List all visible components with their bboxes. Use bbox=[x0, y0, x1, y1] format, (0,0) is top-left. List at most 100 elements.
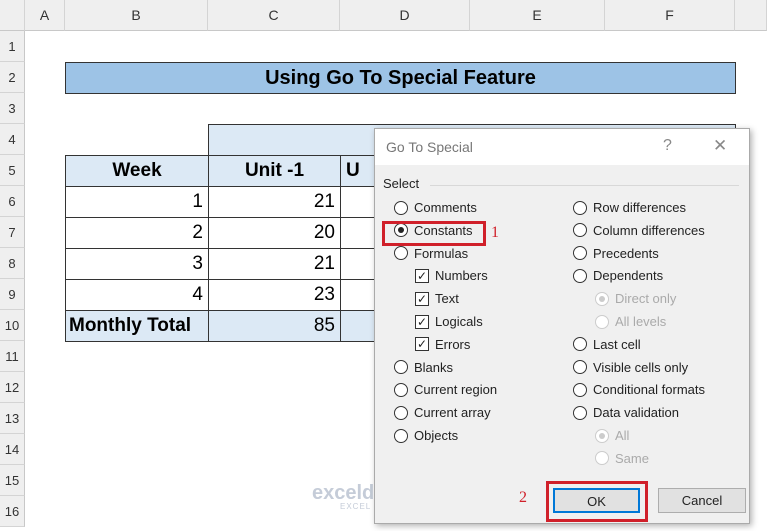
unit1-cell[interactable]: 23 bbox=[208, 279, 341, 311]
row-header-14[interactable]: 14 bbox=[0, 434, 25, 465]
row-header-3[interactable]: 3 bbox=[0, 93, 25, 124]
radio-icon[interactable] bbox=[394, 200, 408, 215]
option-blanks[interactable]: Blanks bbox=[394, 360, 453, 375]
option-label: Current array bbox=[414, 405, 491, 421]
unit1-cell[interactable]: 21 bbox=[208, 248, 341, 280]
option-conditional-formats[interactable]: Conditional formats bbox=[573, 382, 705, 397]
option-label: All bbox=[615, 428, 630, 443]
row-header-4[interactable]: 4 bbox=[0, 124, 25, 155]
row-header-10[interactable]: 10 bbox=[0, 310, 25, 341]
column-header-D[interactable]: D bbox=[340, 0, 470, 31]
unit1-cell[interactable]: 20 bbox=[208, 217, 341, 249]
column-header-F[interactable]: F bbox=[605, 0, 735, 31]
sheet-title[interactable]: Using Go To Special Feature bbox=[65, 62, 736, 94]
select-group-label: Select bbox=[383, 176, 420, 191]
radio-icon[interactable] bbox=[394, 360, 408, 375]
option-label: Errors bbox=[435, 336, 471, 352]
help-button[interactable]: ? bbox=[663, 137, 672, 155]
step-2-label: 2 bbox=[519, 489, 527, 506]
option-all-levels: All levels bbox=[595, 314, 666, 329]
checkbox-icon[interactable]: ✓ bbox=[415, 314, 429, 329]
unit1-header[interactable]: Unit -1 bbox=[208, 155, 341, 187]
radio-icon bbox=[595, 314, 609, 329]
option-formulas[interactable]: Formulas bbox=[394, 246, 468, 261]
row-header-1[interactable]: 1 bbox=[0, 31, 25, 62]
row-header-6[interactable]: 6 bbox=[0, 186, 25, 217]
radio-icon[interactable] bbox=[573, 405, 587, 420]
option-column-differences[interactable]: Column differences bbox=[573, 223, 705, 238]
option-objects[interactable]: Objects bbox=[394, 428, 458, 443]
option-label: Objects bbox=[414, 428, 459, 443]
radio-icon[interactable] bbox=[573, 246, 587, 261]
radio-icon[interactable] bbox=[394, 405, 408, 420]
option-logicals[interactable]: ✓ Logicals bbox=[415, 314, 483, 329]
row-header-11[interactable]: 11 bbox=[0, 341, 25, 372]
total-label[interactable]: Monthly Total bbox=[65, 310, 209, 342]
row-header-9[interactable]: 9 bbox=[0, 279, 25, 310]
go-to-special-dialog: Go To Special ? ✕ Select Comments Constan… bbox=[374, 128, 750, 524]
option-last-cell[interactable]: Last cell bbox=[573, 337, 641, 352]
option-data-validation[interactable]: Data validation bbox=[573, 405, 679, 420]
column-header-C[interactable]: C bbox=[208, 0, 340, 31]
column-header-E[interactable]: E bbox=[470, 0, 605, 31]
radio-icon[interactable] bbox=[573, 268, 587, 283]
checkbox-icon[interactable]: ✓ bbox=[415, 291, 429, 306]
row-header-5[interactable]: 5 bbox=[0, 155, 25, 186]
radio-icon bbox=[595, 451, 609, 466]
radio-icon[interactable] bbox=[573, 200, 587, 215]
option-row-differences[interactable]: Row differences bbox=[573, 200, 686, 215]
row-header-8[interactable]: 8 bbox=[0, 248, 25, 279]
option-label: Logicals bbox=[435, 314, 483, 329]
checkbox-icon[interactable]: ✓ bbox=[415, 337, 429, 352]
option-direct-only: Direct only bbox=[595, 291, 676, 306]
option-comments[interactable]: Comments bbox=[394, 200, 477, 215]
option-label: Blanks bbox=[414, 359, 454, 375]
cancel-button[interactable]: Cancel bbox=[658, 488, 746, 513]
radio-icon[interactable] bbox=[394, 246, 408, 261]
row-header-7[interactable]: 7 bbox=[0, 217, 25, 248]
unit1-cell[interactable]: 21 bbox=[208, 186, 341, 218]
row-header-16[interactable]: 16 bbox=[0, 496, 25, 527]
option-dependents[interactable]: Dependents bbox=[573, 268, 663, 283]
option-text[interactable]: ✓ Text bbox=[415, 291, 459, 306]
week-cell[interactable]: 4 bbox=[65, 279, 209, 311]
week-cell[interactable]: 2 bbox=[65, 217, 209, 249]
option-errors[interactable]: ✓ Errors bbox=[415, 337, 470, 352]
radio-icon[interactable] bbox=[573, 360, 587, 375]
radio-icon[interactable] bbox=[394, 428, 408, 443]
week-cell[interactable]: 1 bbox=[65, 186, 209, 218]
option-current-region[interactable]: Current region bbox=[394, 382, 497, 397]
option-label: Formulas bbox=[414, 245, 469, 261]
option-label: Column differences bbox=[593, 222, 705, 238]
radio-icon[interactable] bbox=[394, 382, 408, 397]
option-label: Direct only bbox=[615, 291, 677, 307]
option-label: All levels bbox=[615, 314, 667, 329]
row-header-15[interactable]: 15 bbox=[0, 465, 25, 496]
row-header-13[interactable]: 13 bbox=[0, 403, 25, 434]
total-unit1[interactable]: 85 bbox=[208, 310, 341, 342]
radio-icon[interactable] bbox=[573, 382, 587, 397]
radio-icon[interactable] bbox=[573, 337, 587, 352]
step-1-label: 1 bbox=[491, 224, 499, 241]
option-numbers[interactable]: ✓ Numbers bbox=[415, 268, 488, 283]
row-header-12[interactable]: 12 bbox=[0, 372, 25, 403]
close-icon[interactable]: ✕ bbox=[713, 136, 727, 156]
option-label: Numbers bbox=[435, 268, 488, 284]
row-header-2[interactable]: 2 bbox=[0, 62, 25, 93]
select-all-corner[interactable] bbox=[0, 0, 25, 31]
option-label: Visible cells only bbox=[593, 359, 689, 375]
option-current-array[interactable]: Current array bbox=[394, 405, 491, 420]
ok-highlight bbox=[546, 481, 648, 522]
column-header-B[interactable]: B bbox=[65, 0, 208, 31]
week-cell[interactable]: 3 bbox=[65, 248, 209, 280]
radio-icon[interactable] bbox=[573, 223, 587, 238]
checkbox-icon[interactable]: ✓ bbox=[415, 268, 429, 283]
option-precedents[interactable]: Precedents bbox=[573, 246, 659, 261]
column-header-blank bbox=[735, 0, 767, 31]
option-visible-cells-only[interactable]: Visible cells only bbox=[573, 360, 688, 375]
option-label: Same bbox=[615, 450, 649, 466]
option-label: Text bbox=[435, 291, 459, 307]
dialog-titlebar: Go To Special ? ✕ bbox=[375, 129, 749, 165]
week-header[interactable]: Week bbox=[65, 155, 209, 187]
column-header-A[interactable]: A bbox=[25, 0, 65, 31]
